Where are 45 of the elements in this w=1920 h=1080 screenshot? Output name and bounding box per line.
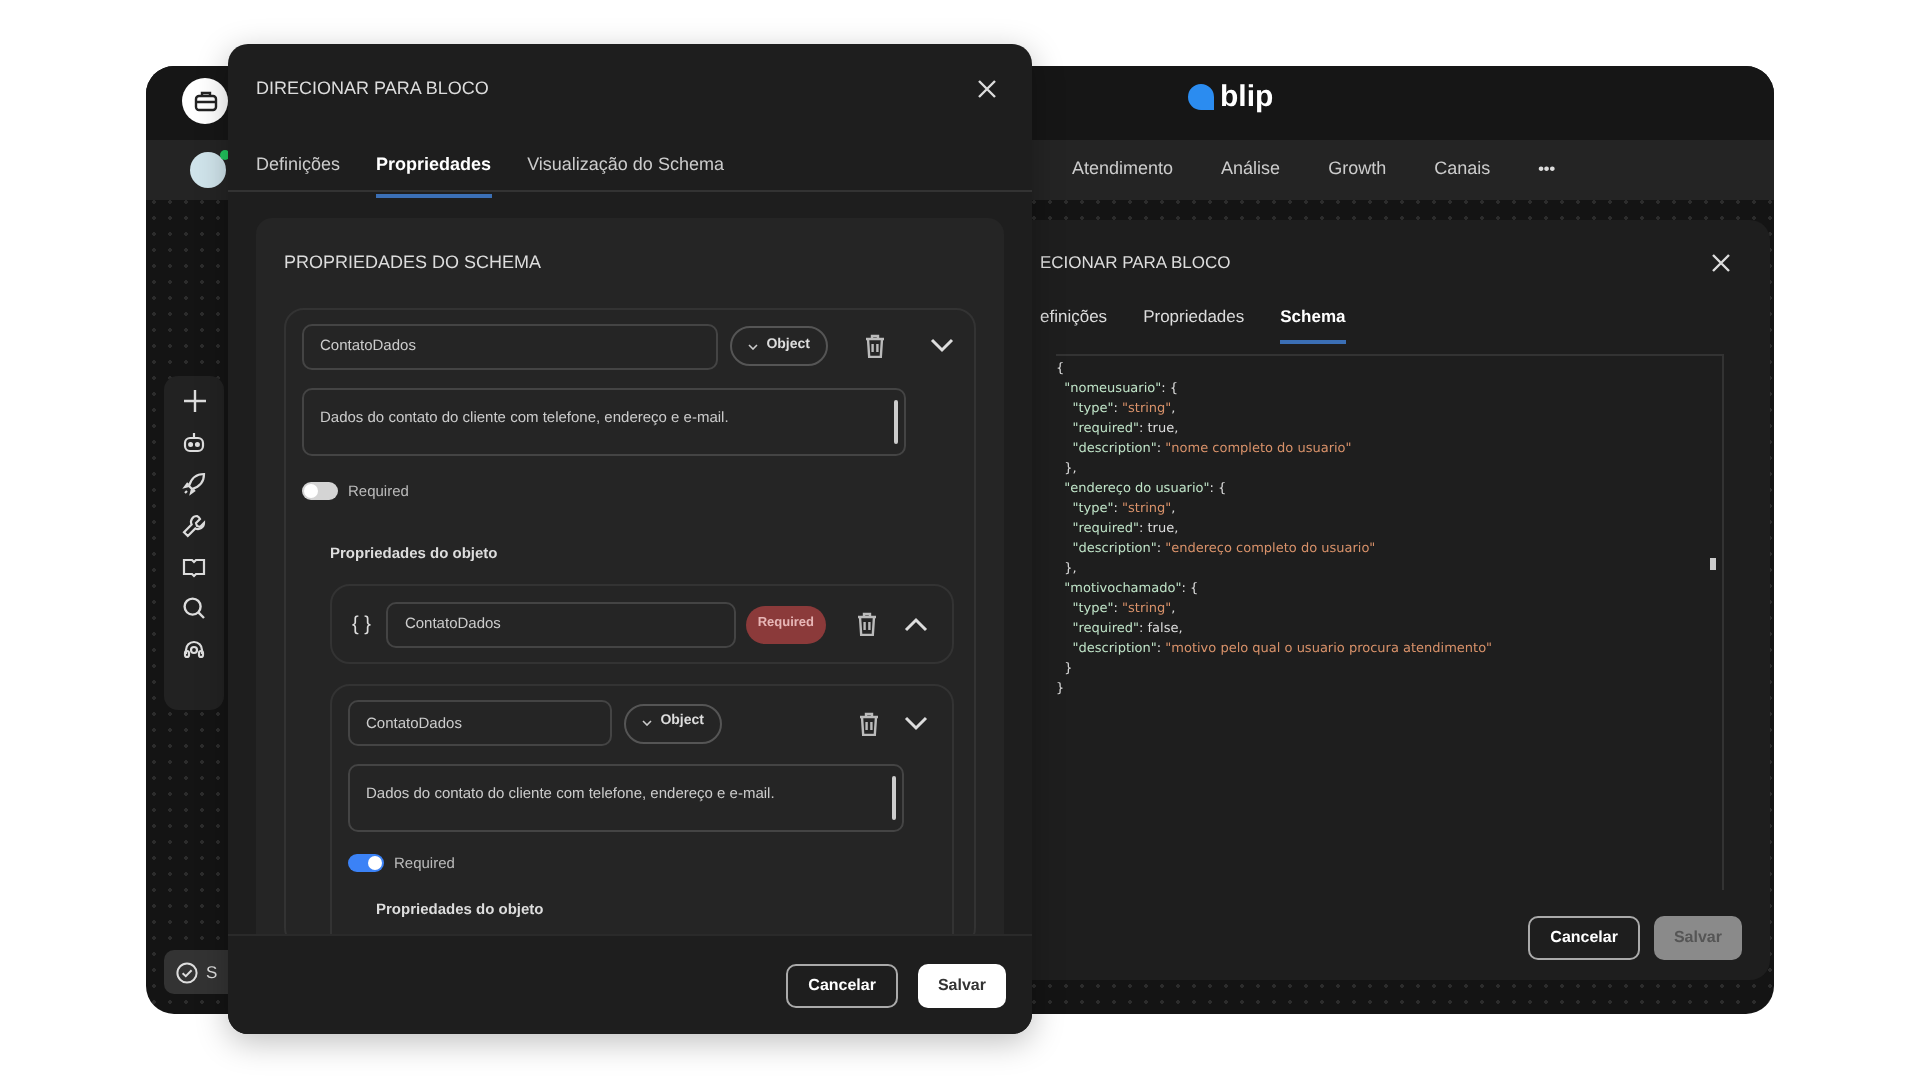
close-icon[interactable] (978, 80, 996, 98)
cancel-button[interactable]: Cancelar (786, 963, 898, 1007)
nav-link[interactable]: Análise (1221, 156, 1281, 184)
dialog-title: ECIONAR PARA BLOCO (1040, 249, 1231, 275)
check-circle-icon (176, 961, 198, 983)
trash-icon[interactable] (864, 334, 886, 358)
more-button[interactable]: ••• (1538, 158, 1556, 182)
rocket-icon[interactable] (182, 472, 206, 496)
scrollbar-thumb[interactable] (1710, 558, 1716, 570)
caret-icon (642, 720, 653, 726)
nav-link[interactable]: Canais (1434, 156, 1491, 184)
tab[interactable]: Propriedades (376, 152, 492, 197)
book-icon[interactable] (182, 556, 206, 578)
chevron-down-icon[interactable] (904, 715, 928, 731)
tab[interactable]: Propriedades (1143, 304, 1245, 344)
close-icon[interactable] (1712, 253, 1730, 271)
dialog-title: DIRECIONAR PARA BLOCO (256, 75, 489, 102)
save-button[interactable]: Salvar (917, 963, 1006, 1007)
toggle-switch[interactable] (302, 481, 338, 500)
panel-title: PROPRIEDADES DO SCHEMA (284, 250, 544, 276)
logo-text: blip (1220, 82, 1274, 112)
robot-icon[interactable] (182, 430, 206, 454)
chevron-down-icon[interactable] (930, 338, 954, 354)
search-icon[interactable] (182, 596, 206, 620)
plus-icon[interactable] (183, 390, 205, 412)
chevron-up-icon[interactable] (904, 616, 928, 632)
scrollbar-thumb[interactable] (894, 399, 898, 443)
tab[interactable]: Visualização do Schema (527, 152, 724, 197)
trash-icon[interactable] (856, 612, 878, 636)
avatar-icon[interactable] (190, 152, 226, 188)
chat-bubble-icon (1186, 82, 1216, 112)
toggle-switch[interactable] (348, 854, 384, 873)
braces-icon: { } (352, 609, 371, 639)
tab[interactable]: efinições (1040, 304, 1108, 344)
headset-icon[interactable] (182, 638, 206, 662)
trash-icon[interactable] (858, 711, 880, 735)
tab[interactable]: Definições (256, 152, 341, 197)
scrollbar-thumb[interactable] (892, 776, 896, 820)
nav-link[interactable]: Atendimento (1072, 156, 1174, 184)
caret-icon (748, 343, 759, 349)
tab[interactable]: Schema (1280, 304, 1346, 344)
cancel-button[interactable]: Cancelar (1528, 916, 1640, 960)
briefcase-icon[interactable] (182, 78, 228, 124)
wrench-icon[interactable] (182, 514, 206, 538)
nav-link[interactable]: Growth (1328, 156, 1387, 184)
